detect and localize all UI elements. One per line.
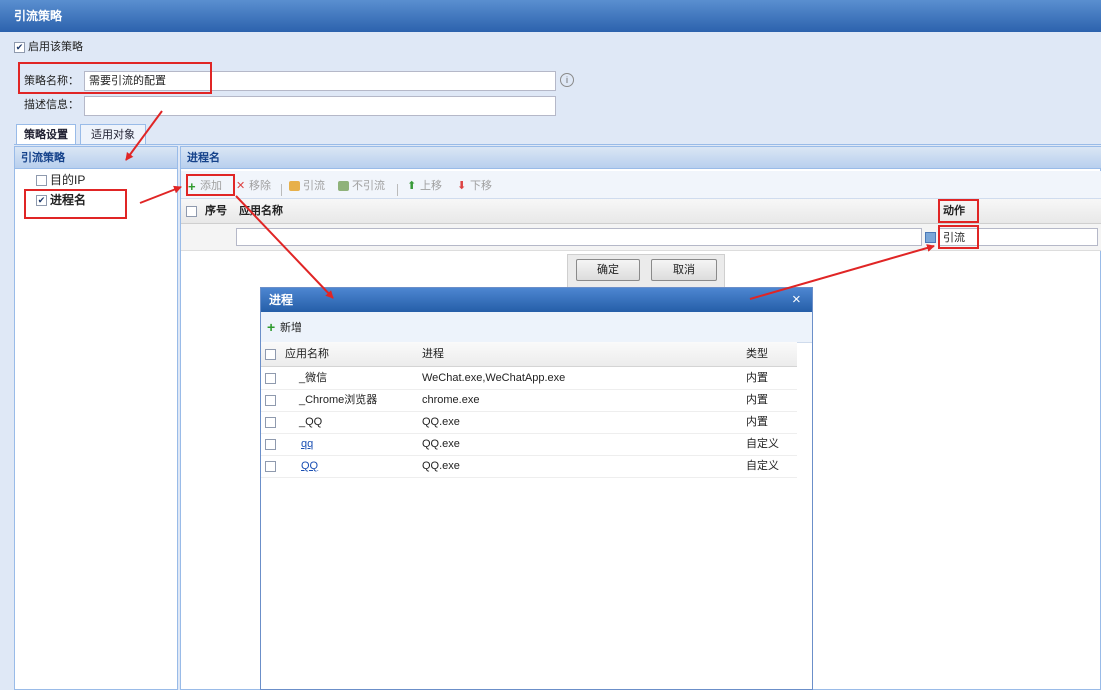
annotation-arrow xyxy=(125,110,163,161)
annotation-arrow xyxy=(749,244,935,300)
annotation-arrow xyxy=(235,195,334,299)
annotation-arrow xyxy=(139,185,182,204)
annotation-arrows xyxy=(125,110,935,300)
